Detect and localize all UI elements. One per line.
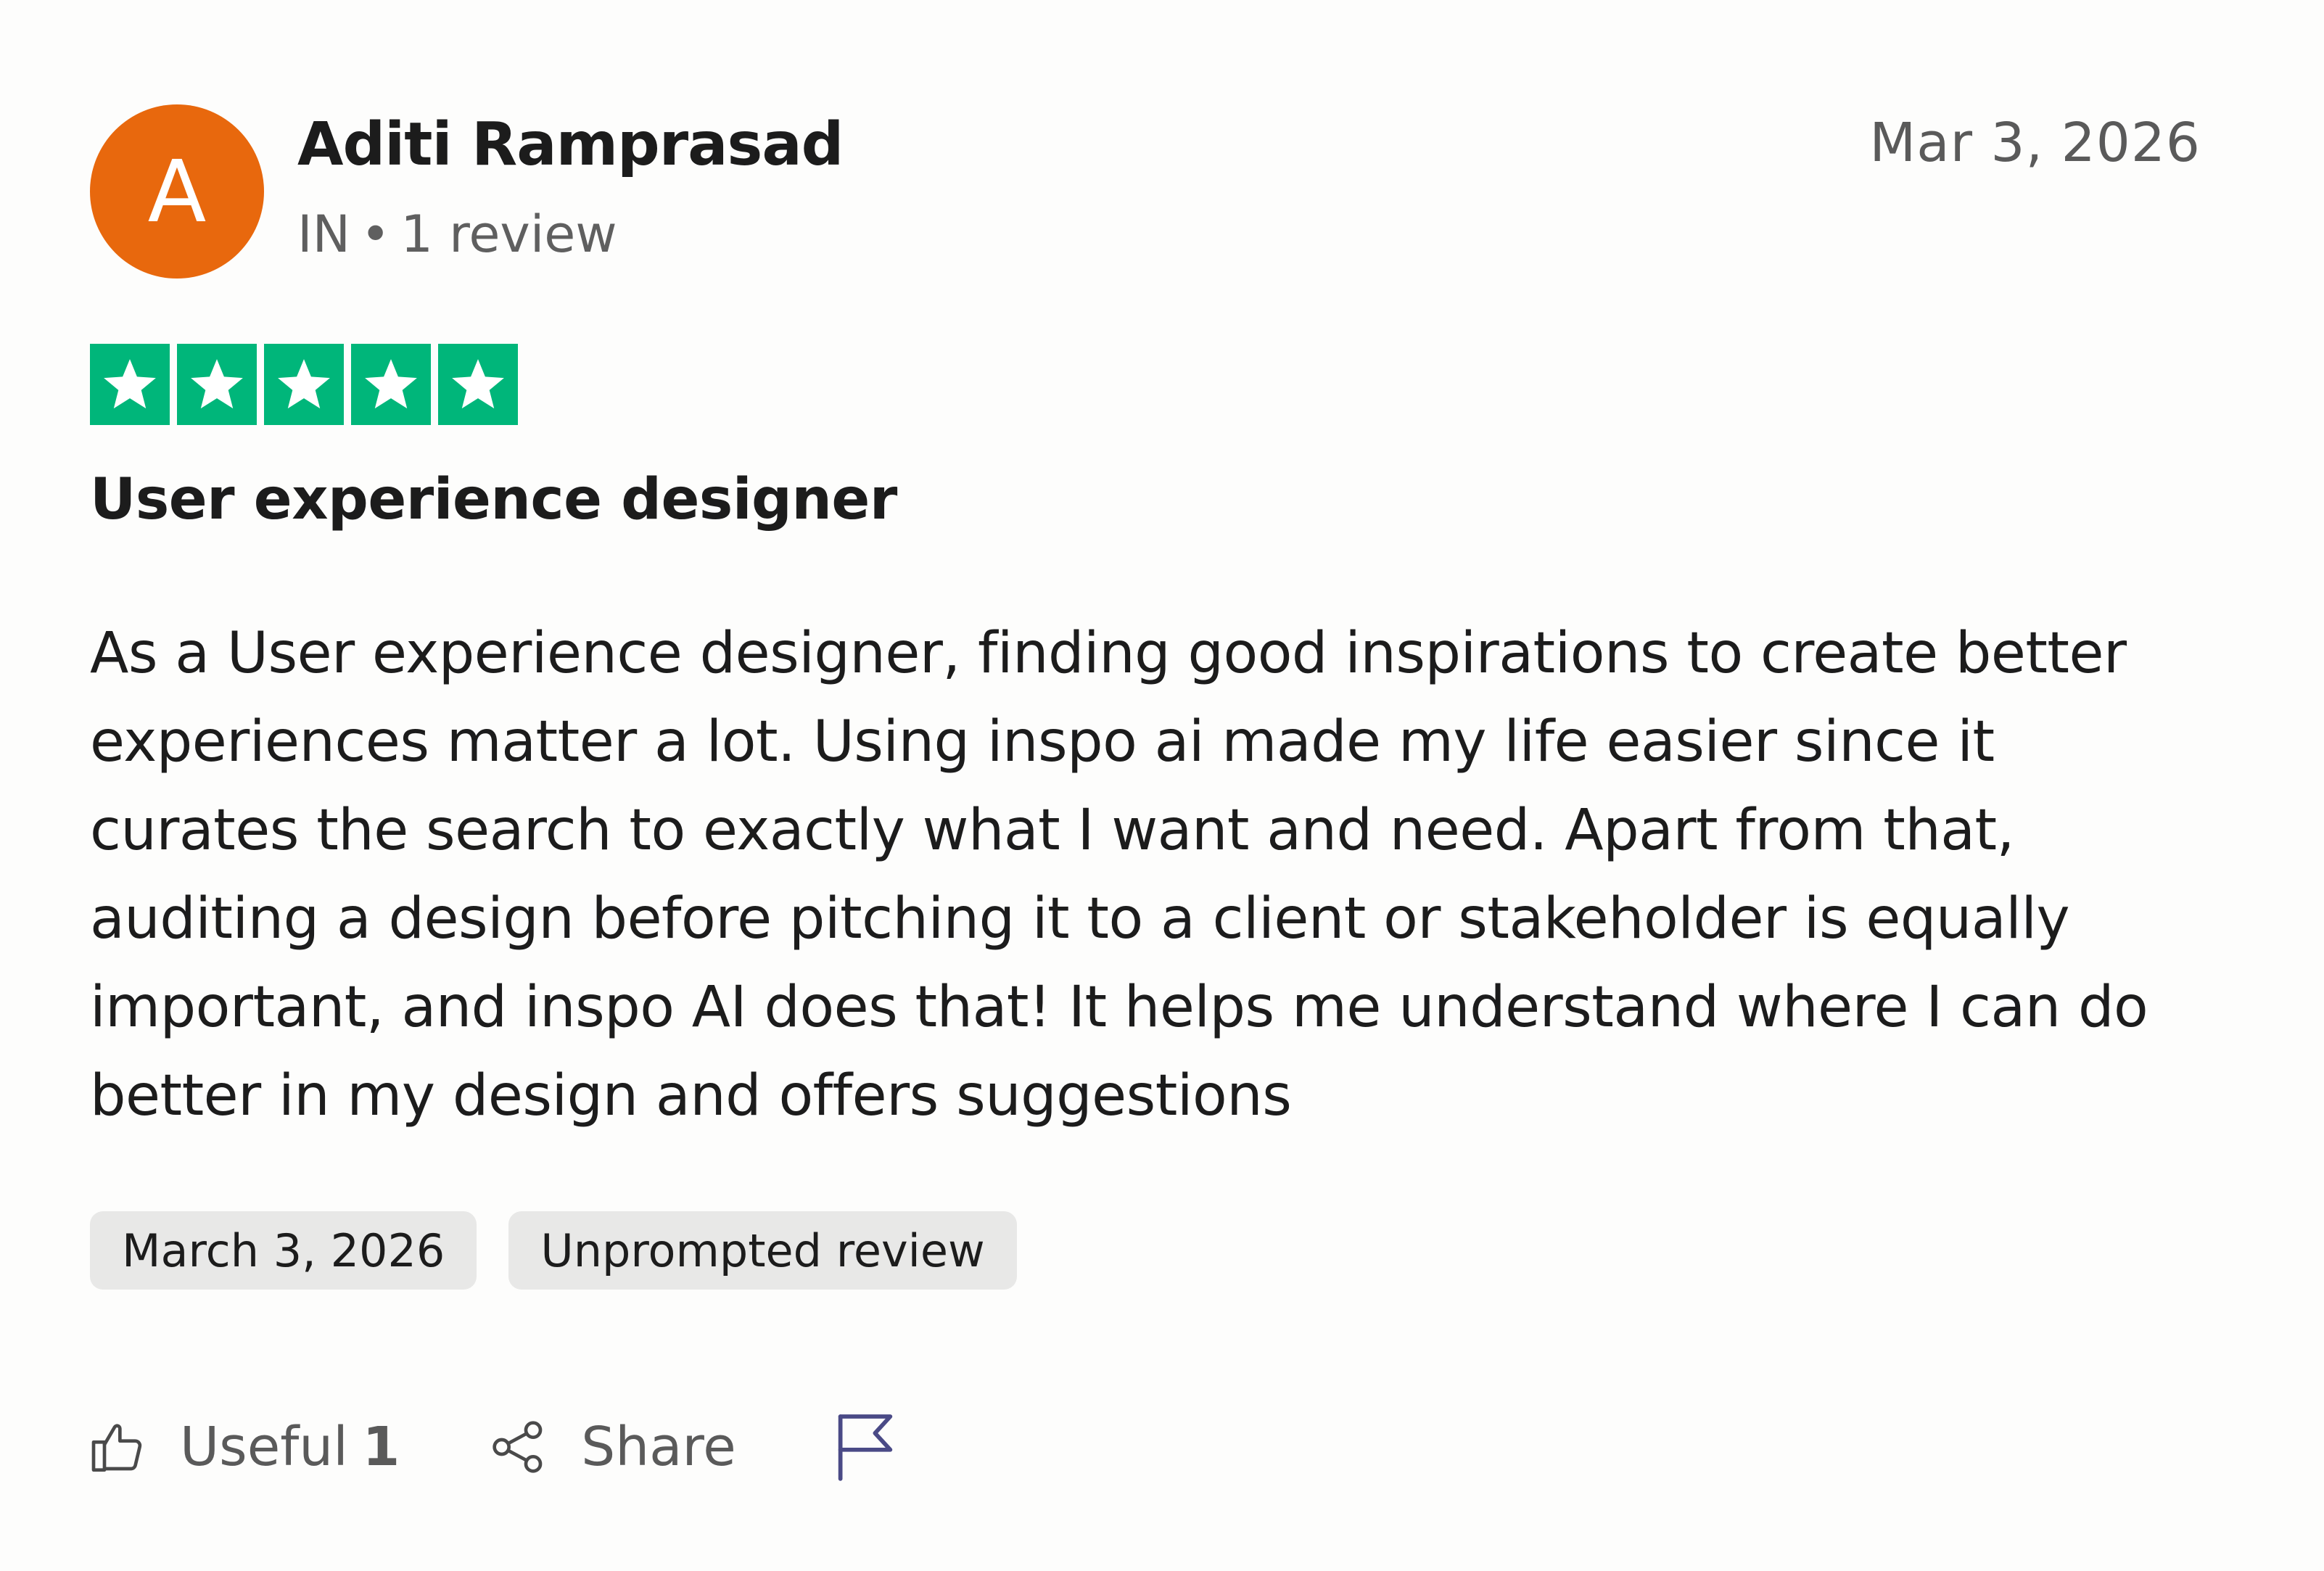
review-actions: Useful 1 Share — [90, 1407, 896, 1487]
review-title[interactable]: User experience designer — [90, 467, 897, 532]
experience-date-tag: March 3, 2026 — [90, 1211, 477, 1290]
reviewer-meta: IN • 1 review — [297, 205, 617, 264]
share-icon — [493, 1421, 543, 1473]
star-icon — [438, 344, 518, 425]
reviewer-review-count: 1 review — [400, 205, 617, 264]
flag-icon — [838, 1414, 893, 1481]
reviewer-name[interactable]: Aditi Ramprasad — [297, 110, 844, 179]
review-header: A Aditi Ramprasad IN • 1 review Mar 3, 202… — [90, 102, 2201, 283]
share-label: Share — [581, 1416, 736, 1478]
share-button[interactable]: Share — [490, 1416, 736, 1478]
report-button[interactable] — [835, 1412, 896, 1482]
meta-separator: • — [360, 205, 391, 264]
star-icon — [177, 344, 257, 425]
star-icon — [264, 344, 344, 425]
review-date: Mar 3, 2026 — [1869, 112, 2201, 174]
thumbs-up-icon — [91, 1424, 142, 1472]
avatar[interactable]: A — [90, 104, 264, 279]
useful-label: Useful — [180, 1416, 348, 1478]
review-card: A Aditi Ramprasad IN • 1 review Mar 3, 202… — [90, 102, 2201, 1481]
review-tags: March 3, 2026 Unprompted review — [90, 1211, 1017, 1290]
reviewer-country: IN — [297, 205, 351, 264]
useful-count: 1 — [362, 1416, 400, 1478]
avatar-letter: A — [147, 141, 207, 242]
useful-button[interactable]: Useful 1 — [90, 1416, 400, 1478]
star-rating — [90, 344, 518, 425]
star-icon — [351, 344, 431, 425]
review-body: As a User experience designer, finding g… — [90, 621, 2148, 1129]
star-icon — [90, 344, 170, 425]
unprompted-review-tag[interactable]: Unprompted review — [508, 1211, 1017, 1290]
